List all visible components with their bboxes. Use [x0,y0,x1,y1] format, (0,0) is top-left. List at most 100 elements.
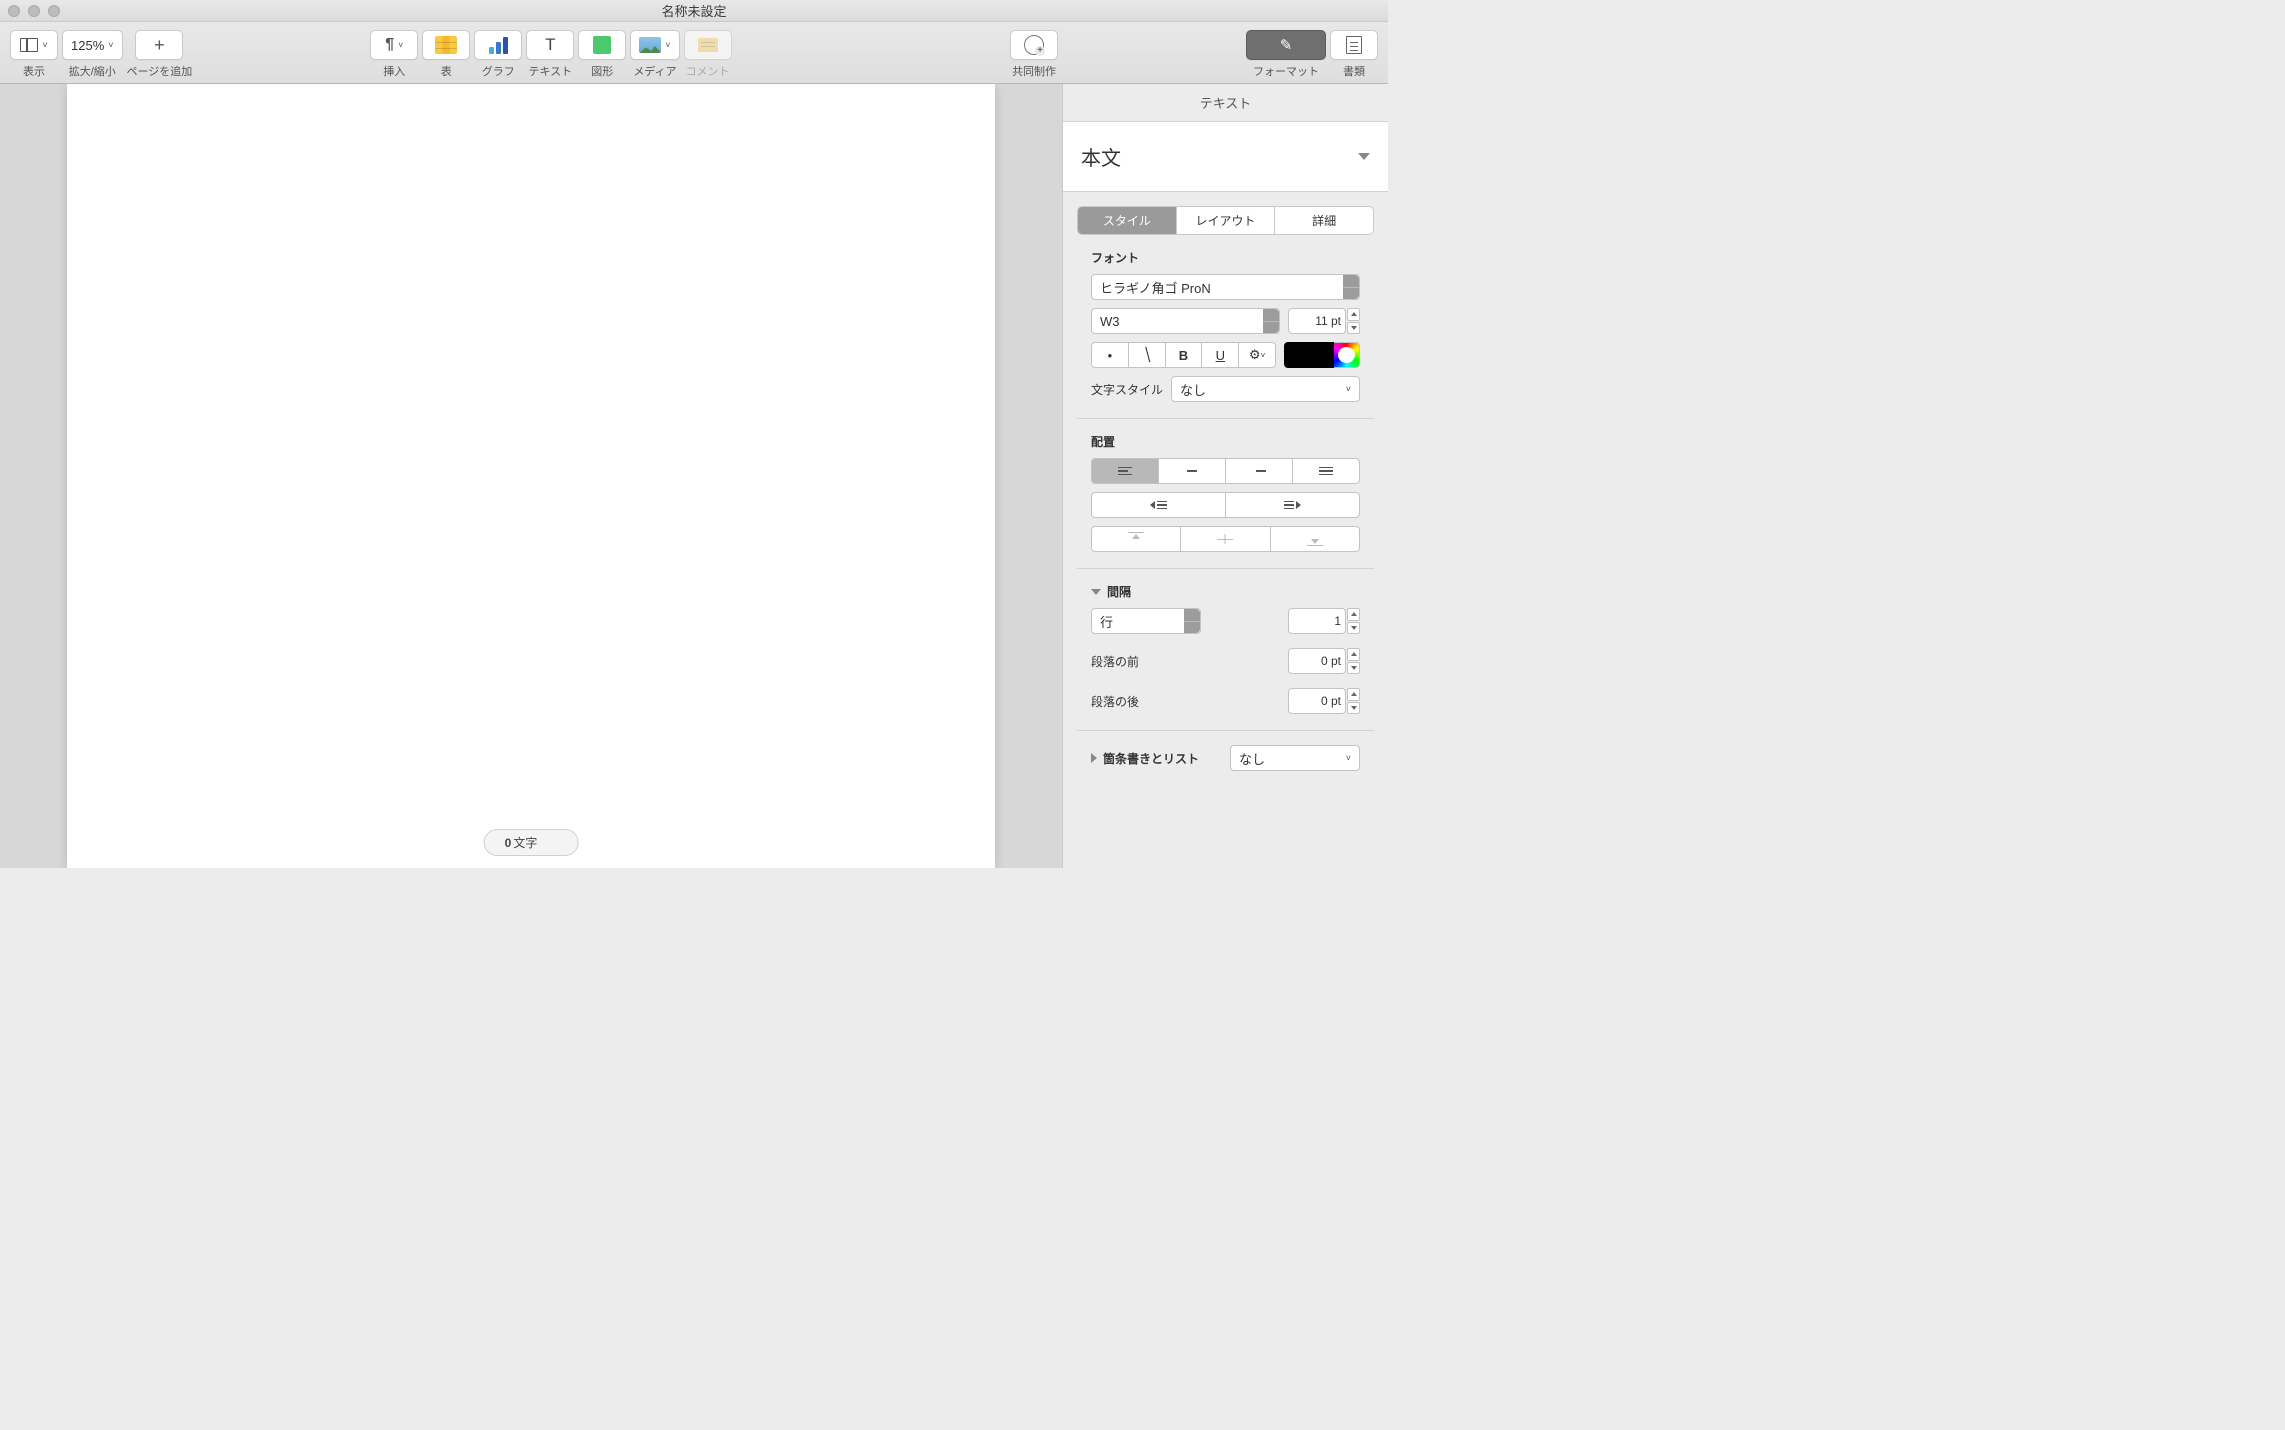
bullets-heading: 箇条書きとリスト [1103,750,1199,767]
line-spacing-stepper[interactable] [1347,608,1360,634]
strike-button[interactable]: ╲ [1129,343,1166,367]
chevron-down-icon [1358,153,1370,160]
table-icon [435,36,457,54]
table-button[interactable] [422,30,470,60]
font-size-input[interactable]: 11 pt [1288,308,1346,334]
align-right-button[interactable] [1226,459,1293,483]
comment-icon [698,38,718,52]
bullets-heading-toggle[interactable]: 箇条書きとリスト [1091,750,1222,767]
document-button[interactable] [1330,30,1378,60]
tab-style[interactable]: スタイル [1078,207,1177,234]
line-spacing-mode-select[interactable]: 行 [1091,608,1201,634]
tab-layout[interactable]: レイアウト [1177,207,1276,234]
space-before-input[interactable]: 0 pt [1288,648,1346,674]
space-after-input[interactable]: 0 pt [1288,688,1346,714]
shape-label: 図形 [591,63,613,79]
tab-details[interactable]: 詳細 [1275,207,1373,234]
color-wheel-icon [1334,342,1360,368]
media-button[interactable]: ˅ [630,30,679,60]
outdent-button[interactable] [1092,493,1226,517]
zoom-value: 125% [71,38,104,53]
align-left-icon [1118,467,1132,476]
char-style-label: 文字スタイル [1091,381,1163,398]
alignment-section: 配置 [1077,419,1374,569]
text-icon: T [545,35,555,55]
view-button[interactable]: ˅ [10,30,58,60]
zoom-icon[interactable] [48,5,60,17]
valign-top-icon [1128,532,1144,546]
alignment-heading: 配置 [1091,433,1360,450]
bullets-section: 箇条書きとリスト なし ˅ [1077,731,1374,787]
pilcrow-icon: ¶ [385,36,394,54]
chevron-down-icon: ˅ [108,40,113,50]
media-icon [639,37,661,53]
chevron-down-icon: ˅ [1346,753,1351,763]
bullets-value: なし [1239,749,1265,768]
minimize-icon[interactable] [28,5,40,17]
table-label: 表 [441,63,452,79]
view-label: 表示 [23,63,45,79]
bullets-select[interactable]: なし ˅ [1230,745,1360,771]
collaborate-label: 共同制作 [1012,63,1056,79]
brush-icon: ✎ [1280,36,1293,54]
shape-icon [593,36,611,54]
char-style-value: なし [1180,380,1206,399]
document-page[interactable] [67,84,995,868]
gear-icon: ⚙︎ [1249,347,1261,363]
paragraph-style-selector[interactable]: 本文 [1063,122,1388,192]
vertical-align-group [1091,526,1360,552]
indent-button[interactable] [1226,493,1359,517]
space-after-label: 段落の後 [1091,693,1280,710]
underline-button[interactable]: U [1202,343,1239,367]
canvas[interactable]: 0文字 [0,84,1062,868]
valign-bottom-button[interactable] [1271,527,1359,551]
valign-bottom-icon [1307,532,1323,546]
add-page-button[interactable]: + [135,30,183,60]
add-page-label: ページを追加 [127,63,193,79]
zoom-button[interactable]: 125% ˅ [62,30,123,60]
comment-button[interactable] [684,30,732,60]
font-family-select[interactable]: ヒラギノ角ゴ ProN [1091,274,1360,300]
spacing-heading-toggle[interactable]: 間隔 [1091,583,1360,600]
space-after-stepper[interactable] [1347,688,1360,714]
valign-middle-button[interactable] [1181,527,1270,551]
shape-button[interactable] [578,30,626,60]
text-color-picker[interactable] [1284,342,1360,368]
align-left-button[interactable] [1092,459,1159,483]
word-count-pill[interactable]: 0文字 [484,829,579,856]
font-size-stepper[interactable] [1347,308,1360,334]
format-button[interactable]: ✎ [1246,30,1326,60]
align-center-button[interactable] [1159,459,1226,483]
spacing-heading: 間隔 [1107,583,1131,600]
close-icon[interactable] [8,5,20,17]
font-options-button[interactable]: ⚙︎˅ [1239,343,1275,367]
chart-icon [489,36,508,54]
font-weight-select[interactable]: W3 [1091,308,1280,334]
space-after-value: 0 pt [1321,694,1341,708]
font-section: フォント ヒラギノ角ゴ ProN W3 11 pt • [1077,235,1374,419]
inspector-tabs: スタイル レイアウト 詳細 [1077,206,1374,235]
insert-button[interactable]: ¶˅ [370,30,418,60]
char-style-select[interactable]: なし ˅ [1171,376,1360,402]
space-before-stepper[interactable] [1347,648,1360,674]
font-heading: フォント [1091,249,1360,266]
align-justify-icon [1319,467,1333,476]
bold-button[interactable]: B [1166,343,1203,367]
stepper-icon [1184,609,1200,633]
valign-top-button[interactable] [1092,527,1181,551]
text-button[interactable]: T [526,30,574,60]
outdent-icon [1150,501,1167,510]
word-count-unit: 文字 [513,834,537,851]
collaborate-button[interactable] [1010,30,1058,60]
chevron-down-icon: ˅ [1346,384,1351,394]
dot-button[interactable]: • [1092,343,1129,367]
align-justify-button[interactable] [1293,459,1359,483]
paragraph-style-value: 本文 [1081,142,1121,171]
space-before-value: 0 pt [1321,654,1341,668]
stepper-icon [1263,309,1279,333]
align-center-icon [1185,467,1199,476]
disclosure-triangle-icon [1091,753,1097,763]
chart-button[interactable] [474,30,522,60]
line-spacing-input[interactable]: 1 [1288,608,1346,634]
media-label: メディア [633,63,676,79]
